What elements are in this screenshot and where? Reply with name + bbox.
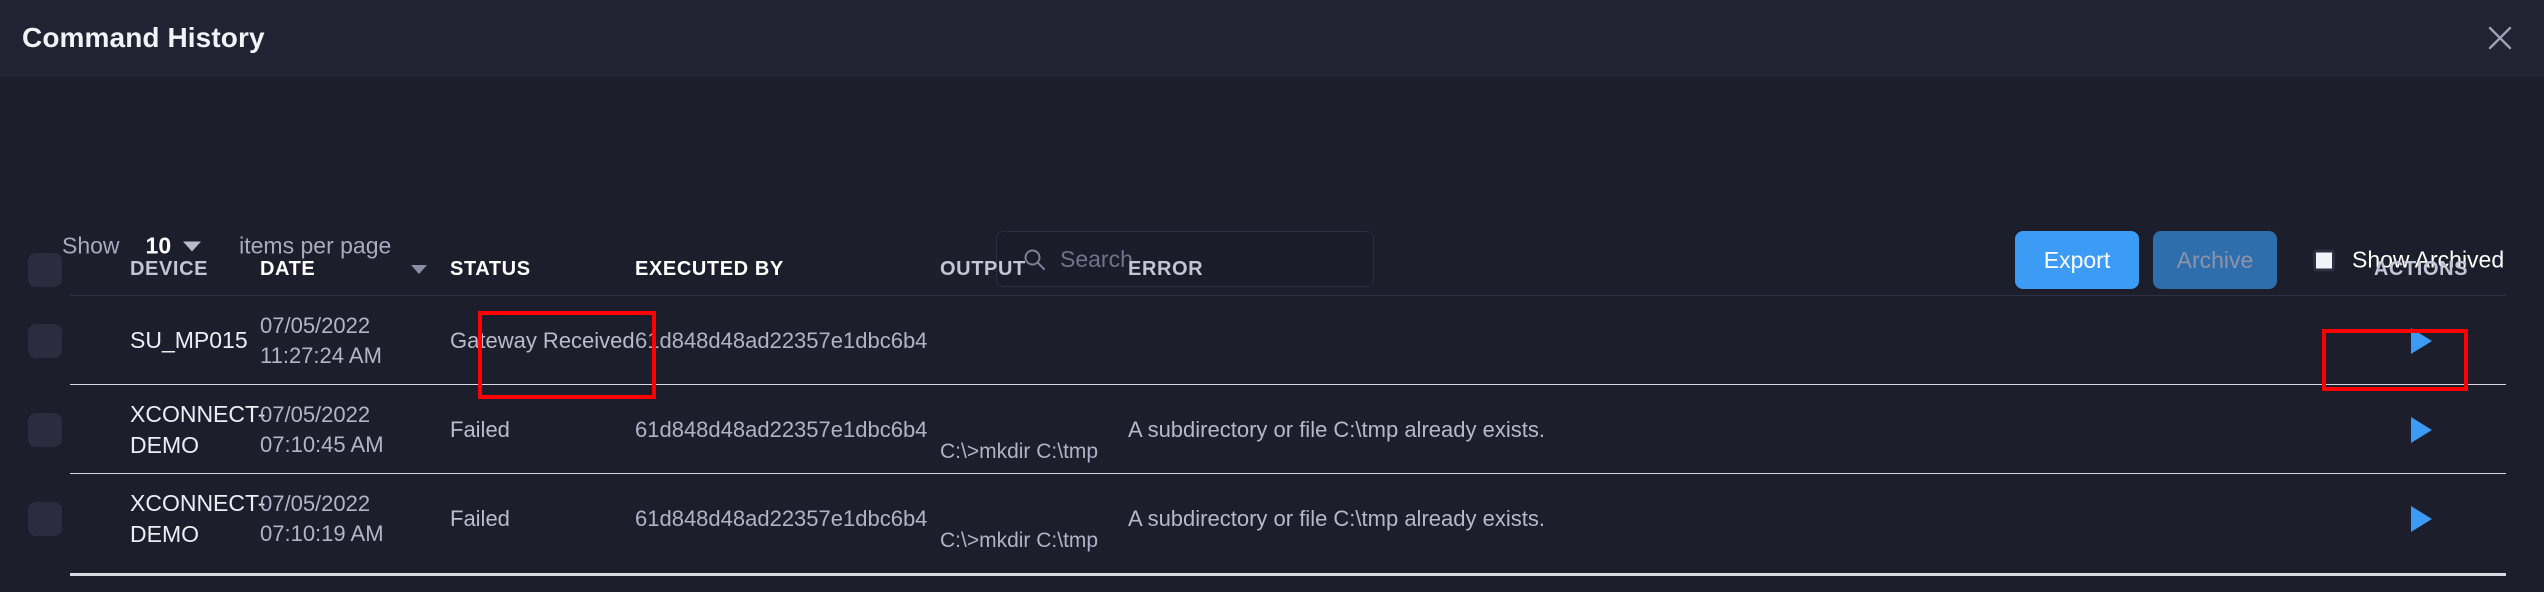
cell-actions[interactable] <box>2298 505 2544 532</box>
column-header-date[interactable]: DATE <box>260 258 450 281</box>
table-header-row: DEVICE DATE STATUS EXECUTED BY OUTPUT ER… <box>0 243 2544 296</box>
column-header-status[interactable]: STATUS <box>450 258 635 281</box>
play-icon[interactable] <box>2410 416 2432 443</box>
close-icon[interactable] <box>2478 16 2522 60</box>
table-bottom-divider <box>70 573 2506 576</box>
cell-date-value: 07/05/2022 <box>260 491 371 517</box>
cell-date: 07/05/2022 07:10:45 AM <box>260 400 450 459</box>
command-history-table: DEVICE DATE STATUS EXECUTED BY OUTPUT ER… <box>0 243 2544 563</box>
dialog-titlebar: Command History <box>0 0 2544 76</box>
sort-desc-icon <box>411 265 428 274</box>
column-header-actions: ACTIONS <box>2373 258 2469 280</box>
cell-output: C:\>mkdir C:\tmp <box>940 528 1099 552</box>
select-all-checkbox[interactable] <box>28 252 62 287</box>
cell-status: Failed <box>450 416 510 442</box>
column-header-device[interactable]: DEVICE <box>70 258 260 281</box>
cell-date-value: 07/05/2022 <box>260 313 371 339</box>
table-row[interactable]: XCONNECT-DEMO 07/05/2022 07:10:19 AM Fai… <box>0 474 2544 563</box>
row-checkbox[interactable] <box>28 323 62 358</box>
cell-date: 07/05/2022 07:10:19 AM <box>260 489 450 548</box>
row-select-cell[interactable] <box>0 323 70 358</box>
page-title: Command History <box>22 21 265 53</box>
row-select-cell[interactable] <box>0 412 70 447</box>
cell-status: Gateway Received <box>450 327 635 353</box>
command-history-dialog: Command History Show 10 items per page S… <box>0 0 2544 592</box>
play-icon[interactable] <box>2410 327 2432 354</box>
cell-error: A subdirectory or file C:\tmp already ex… <box>1128 416 1545 442</box>
cell-actions[interactable] <box>2298 327 2544 354</box>
table-row[interactable]: XCONNECT-DEMO 07/05/2022 07:10:45 AM Fai… <box>0 385 2544 474</box>
cell-executed-by: 61d848d48ad22357e1dbc6b4 <box>635 505 928 531</box>
column-header-error[interactable]: ERROR <box>1128 258 2298 281</box>
cell-time-value: 07:10:45 AM <box>260 431 384 457</box>
table-toolbar: Show 10 items per page Export Archive Sh… <box>0 76 2544 289</box>
cell-date-value: 07/05/2022 <box>260 402 371 428</box>
cell-actions[interactable] <box>2298 416 2544 443</box>
cell-device: XCONNECT-DEMO <box>130 400 266 458</box>
column-header-executed-by[interactable]: EXECUTED BY <box>635 258 940 281</box>
cell-device: XCONNECT-DEMO <box>130 489 266 547</box>
cell-device: SU_MP015 <box>130 327 248 354</box>
cell-executed-by: 61d848d48ad22357e1dbc6b4 <box>635 416 928 442</box>
table-row[interactable]: SU_MP015 07/05/2022 11:27:24 AM Gateway … <box>0 296 2544 385</box>
select-all-cell[interactable] <box>0 252 70 287</box>
cell-date: 07/05/2022 11:27:24 AM <box>260 311 450 370</box>
cell-output: C:\>mkdir C:\tmp <box>940 439 1099 463</box>
column-header-date-label: DATE <box>260 258 316 280</box>
cell-error: A subdirectory or file C:\tmp already ex… <box>1128 505 1545 531</box>
column-header-output[interactable]: OUTPUT <box>940 258 1128 281</box>
row-checkbox[interactable] <box>28 501 62 536</box>
play-icon[interactable] <box>2410 505 2432 532</box>
cell-executed-by: 61d848d48ad22357e1dbc6b4 <box>635 327 928 353</box>
cell-time-value: 11:27:24 AM <box>260 342 382 368</box>
cell-time-value: 07:10:19 AM <box>260 520 384 546</box>
row-checkbox[interactable] <box>28 412 62 447</box>
cell-status: Failed <box>450 505 510 531</box>
row-select-cell[interactable] <box>0 501 70 536</box>
